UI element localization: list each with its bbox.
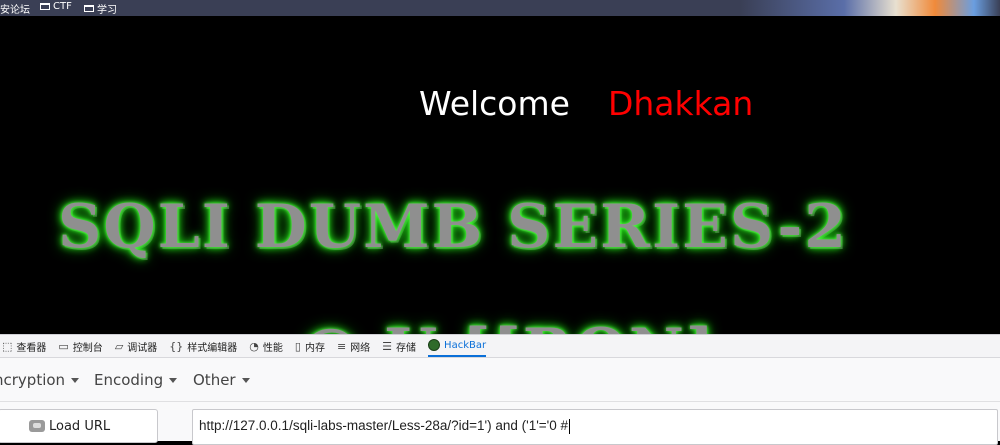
folder-icon bbox=[84, 5, 94, 12]
bookmarks-bar: 安论坛 CTF 学习 bbox=[0, 0, 1000, 16]
welcome-heading: Welcome Dhakkan bbox=[419, 84, 753, 123]
tab-label: 性能 bbox=[262, 342, 283, 354]
bookmark-folder-ctf[interactable]: CTF bbox=[40, 1, 72, 12]
url-input[interactable]: http://127.0.0.1/sqli-labs-master/Less-2… bbox=[192, 409, 998, 445]
tab-label: 调试器 bbox=[127, 342, 158, 354]
performance-icon: ◔ bbox=[249, 339, 259, 353]
hackbar-menu: ncryption Encoding Other bbox=[0, 358, 1000, 402]
menu-label: ncryption bbox=[0, 371, 66, 389]
load-url-label: Load URL bbox=[49, 418, 111, 434]
caret-down-icon bbox=[71, 378, 80, 383]
caret-down-icon bbox=[169, 378, 178, 383]
hackbar-icon bbox=[428, 339, 441, 351]
tab-storage[interactable]: ☰ 存储 bbox=[382, 335, 416, 357]
memory-icon: ▯ bbox=[294, 339, 301, 353]
load-icon bbox=[29, 420, 45, 432]
network-icon: ≡ bbox=[336, 339, 347, 353]
tab-label: 网络 bbox=[350, 342, 371, 354]
tab-label: HackBar bbox=[444, 339, 487, 351]
debugger-icon: ▱ bbox=[114, 339, 124, 353]
other-menu[interactable]: Other bbox=[193, 371, 250, 389]
welcome-text: Welcome bbox=[419, 84, 570, 123]
url-text: http://127.0.0.1/sqli-labs-master/Less-2… bbox=[199, 418, 569, 433]
user-name: Dhakkan bbox=[607, 84, 754, 123]
hackbar-body: Load URL http://127.0.0.1/sqli-labs-mast… bbox=[0, 402, 1000, 445]
encryption-menu[interactable]: ncryption bbox=[0, 371, 80, 389]
tab-network[interactable]: ≡ 网络 bbox=[337, 335, 370, 357]
tab-label: 控制台 bbox=[72, 342, 103, 354]
bookmark-label: 安论坛 bbox=[0, 5, 30, 16]
text-cursor bbox=[569, 418, 571, 434]
tab-inspector[interactable]: ⬚ 查看器 bbox=[2, 335, 46, 357]
series-banner: SQLI DUMB SERIES-2 bbox=[58, 192, 849, 262]
web-page: Welcome Dhakkan SQLI DUMB SERIES-2 @ U [[… bbox=[0, 16, 1000, 334]
tab-label: 查看器 bbox=[16, 342, 47, 354]
series-subtitle-banner: @ U [[RON] bbox=[300, 316, 716, 334]
encoding-menu[interactable]: Encoding bbox=[94, 371, 178, 389]
devtools-tabbar: ⬚ 查看器 ▭ 控制台 ▱ 调试器 {} 样式编辑器 ◔ 性能 ▯ 内存 ≡ 网… bbox=[0, 334, 1000, 358]
style-editor-icon: {} bbox=[169, 339, 184, 353]
bookmark-forum[interactable]: 安论坛 bbox=[0, 1, 30, 16]
tab-style-editor[interactable]: {} 样式编辑器 bbox=[169, 335, 237, 357]
menu-label: Other bbox=[193, 371, 236, 389]
storage-icon: ☰ bbox=[382, 339, 393, 353]
console-icon: ▭ bbox=[58, 339, 69, 353]
caret-down-icon bbox=[241, 378, 250, 383]
tab-debugger[interactable]: ▱ 调试器 bbox=[115, 335, 157, 357]
tab-performance[interactable]: ◔ 性能 bbox=[249, 335, 283, 357]
folder-icon bbox=[40, 3, 50, 10]
tab-hackbar[interactable]: HackBar bbox=[428, 335, 487, 357]
load-url-button[interactable]: Load URL bbox=[0, 409, 158, 443]
bookmark-label: 学习 bbox=[97, 5, 117, 16]
inspector-icon: ⬚ bbox=[2, 339, 13, 353]
bookmark-folder-study[interactable]: 学习 bbox=[84, 1, 117, 16]
menu-label: Encoding bbox=[94, 371, 164, 389]
tab-label: 内存 bbox=[304, 342, 325, 354]
theme-background-art bbox=[740, 0, 1000, 16]
tab-console[interactable]: ▭ 控制台 bbox=[58, 335, 102, 357]
bookmark-label: CTF bbox=[53, 1, 72, 12]
tab-label: 存储 bbox=[396, 342, 417, 354]
tab-memory[interactable]: ▯ 内存 bbox=[295, 335, 325, 357]
tab-label: 样式编辑器 bbox=[187, 342, 238, 354]
